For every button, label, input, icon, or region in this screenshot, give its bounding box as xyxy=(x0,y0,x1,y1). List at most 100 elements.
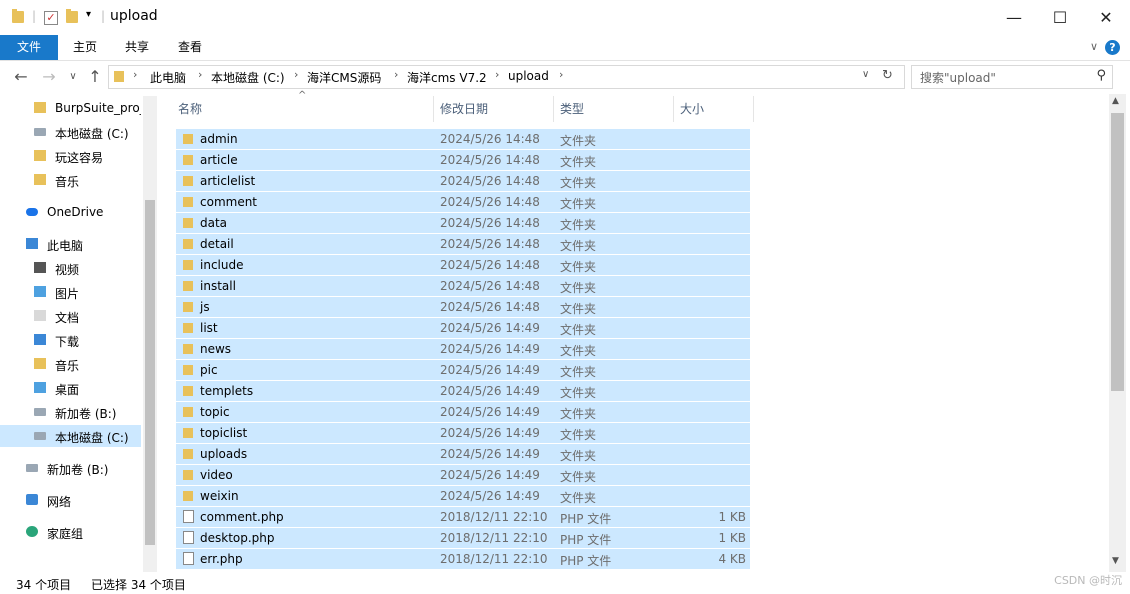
nav-item[interactable]: 本地磁盘 (C:) xyxy=(0,425,141,447)
folder-icon[interactable] xyxy=(12,9,24,23)
file-row[interactable]: articlelist 2024/5/26 14:48 文件夹 xyxy=(176,171,750,192)
file-list-scroll-thumb[interactable] xyxy=(1111,113,1124,391)
properties-check-icon[interactable]: ✓ xyxy=(44,11,58,25)
file-row[interactable]: news 2024/5/26 14:49 文件夹 xyxy=(176,339,750,360)
file-name: comment.php xyxy=(200,510,284,524)
nav-item[interactable]: 新加卷 (B:) xyxy=(0,401,141,423)
chevron-right-icon[interactable]: › xyxy=(495,68,499,81)
file-row[interactable]: install 2024/5/26 14:48 文件夹 xyxy=(176,276,750,297)
folder-icon xyxy=(183,134,193,144)
tab-share[interactable]: 共享 xyxy=(112,35,162,60)
file-row[interactable]: js 2024/5/26 14:48 文件夹 xyxy=(176,297,750,318)
back-icon[interactable]: ← xyxy=(10,67,32,87)
nav-item[interactable]: 玩这容易 xyxy=(0,145,141,167)
file-row[interactable]: comment 2024/5/26 14:48 文件夹 xyxy=(176,192,750,213)
tab-home[interactable]: 主页 xyxy=(58,35,112,60)
maximize-icon[interactable]: ☐ xyxy=(1037,0,1083,35)
item-count: 34 个项目 xyxy=(16,578,72,592)
close-icon[interactable]: ✕ xyxy=(1083,0,1129,35)
chevron-right-icon[interactable]: › xyxy=(394,68,398,81)
nav-item[interactable]: BurpSuite_pro_ xyxy=(0,97,141,119)
column-header-date[interactable]: 修改日期 xyxy=(434,96,554,122)
new-folder-icon[interactable] xyxy=(66,9,78,23)
folder-icon xyxy=(183,218,193,228)
file-row[interactable]: list 2024/5/26 14:49 文件夹 xyxy=(176,318,750,339)
file-row[interactable]: desktop.php 2018/12/11 22:10 PHP 文件 1 KB xyxy=(176,528,750,549)
nav-item[interactable]: OneDrive xyxy=(0,201,141,223)
homegroup-icon xyxy=(26,526,38,537)
search-box[interactable]: 搜索"upload" ⚲ xyxy=(911,65,1113,89)
file-type: 文件夹 xyxy=(560,491,597,505)
file-row[interactable]: uploads 2024/5/26 14:49 文件夹 xyxy=(176,444,750,465)
folder-icon xyxy=(183,449,193,459)
breadcrumb-cms-source[interactable]: 海洋CMS源码 xyxy=(307,69,381,86)
nav-item-label: 家庭组 xyxy=(47,527,84,541)
address-dropdown-icon[interactable]: ∨ xyxy=(862,69,869,80)
column-header-size[interactable]: 大小 xyxy=(674,96,754,122)
column-header-name[interactable]: 名称 xyxy=(172,96,434,122)
help-icon[interactable]: ? xyxy=(1105,40,1120,55)
nav-pane-scroll-thumb[interactable] xyxy=(145,200,155,545)
scroll-down-icon[interactable]: ▼ xyxy=(1112,556,1119,566)
nav-item[interactable]: 视频 xyxy=(0,257,141,279)
nav-item[interactable]: 图片 xyxy=(0,281,141,303)
breadcrumb-local-disk[interactable]: 本地磁盘 (C:) xyxy=(211,69,285,86)
tab-view[interactable]: 查看 xyxy=(162,35,218,60)
refresh-icon[interactable]: ↻ xyxy=(882,68,893,83)
watermark: CSDN @时沉 xyxy=(1054,574,1122,587)
breadcrumb-this-pc[interactable]: 此电脑 xyxy=(150,69,186,86)
file-row[interactable]: include 2024/5/26 14:48 文件夹 xyxy=(176,255,750,276)
file-row[interactable]: weixin 2024/5/26 14:49 文件夹 xyxy=(176,486,750,507)
nav-item[interactable]: 此电脑 xyxy=(0,233,141,255)
file-row[interactable]: templets 2024/5/26 14:49 文件夹 xyxy=(176,381,750,402)
recent-locations-icon[interactable]: ∨ xyxy=(62,67,84,87)
nav-item[interactable]: 网络 xyxy=(0,489,141,511)
file-type: 文件夹 xyxy=(560,155,597,169)
file-row[interactable]: video 2024/5/26 14:49 文件夹 xyxy=(176,465,750,486)
file-row[interactable]: comment.php 2018/12/11 22:10 PHP 文件 1 KB xyxy=(176,507,750,528)
address-bar[interactable]: › 此电脑 › 本地磁盘 (C:) › 海洋CMS源码 › 海洋cms V7.2… xyxy=(108,65,905,89)
ribbon-expand-icon[interactable]: ∨ xyxy=(1090,40,1098,53)
nav-item[interactable]: 本地磁盘 (C:) xyxy=(0,121,141,143)
search-icon[interactable]: ⚲ xyxy=(1096,68,1106,83)
file-row[interactable]: topiclist 2024/5/26 14:49 文件夹 xyxy=(176,423,750,444)
file-name: data xyxy=(200,216,228,230)
file-row[interactable]: article 2024/5/26 14:48 文件夹 xyxy=(176,150,750,171)
nav-item-label: 下载 xyxy=(55,335,80,349)
chevron-right-icon[interactable]: › xyxy=(294,68,298,81)
quick-access-dropdown-icon[interactable]: ▾ xyxy=(86,9,91,20)
minimize-icon[interactable]: — xyxy=(991,0,1037,35)
breadcrumb-upload[interactable]: upload xyxy=(508,69,549,83)
file-row[interactable]: topic 2024/5/26 14:49 文件夹 xyxy=(176,402,750,423)
desktop-icon xyxy=(34,382,46,393)
chevron-right-icon[interactable]: › xyxy=(198,68,202,81)
file-row[interactable]: data 2024/5/26 14:48 文件夹 xyxy=(176,213,750,234)
nav-item[interactable]: 家庭组 xyxy=(0,521,141,543)
nav-item-label: 网络 xyxy=(47,495,72,509)
chevron-right-icon[interactable]: › xyxy=(559,68,563,81)
search-input[interactable]: 搜索"upload" xyxy=(920,69,996,86)
file-row[interactable]: detail 2024/5/26 14:48 文件夹 xyxy=(176,234,750,255)
drive-icon xyxy=(34,432,46,440)
file-row[interactable]: pic 2024/5/26 14:49 文件夹 xyxy=(176,360,750,381)
tab-file[interactable]: 文件 xyxy=(0,35,58,60)
file-row[interactable]: admin 2024/5/26 14:48 文件夹 xyxy=(176,129,750,150)
up-icon[interactable]: ↑ xyxy=(84,67,106,87)
forward-icon[interactable]: → xyxy=(38,67,60,87)
chevron-right-icon[interactable]: › xyxy=(133,68,137,81)
nav-item-label: BurpSuite_pro_ xyxy=(55,101,141,115)
nav-item[interactable]: 音乐 xyxy=(0,169,141,191)
nav-item[interactable]: 音乐 xyxy=(0,353,141,375)
nav-item[interactable]: 新加卷 (B:) xyxy=(0,457,141,479)
nav-item-label: 图片 xyxy=(55,287,80,301)
file-row[interactable]: err.php 2018/12/11 22:10 PHP 文件 4 KB xyxy=(176,549,750,570)
column-header-type[interactable]: 类型 xyxy=(554,96,674,122)
nav-item[interactable]: 文档 xyxy=(0,305,141,327)
php-file-icon xyxy=(183,510,194,523)
breadcrumb-cms-version[interactable]: 海洋cms V7.2 xyxy=(407,69,487,86)
nav-item[interactable]: 下载 xyxy=(0,329,141,351)
nav-item-label: 音乐 xyxy=(55,175,80,189)
file-name: weixin xyxy=(200,489,239,503)
nav-item[interactable]: 桌面 xyxy=(0,377,141,399)
scroll-up-icon[interactable]: ▲ xyxy=(1112,96,1119,106)
